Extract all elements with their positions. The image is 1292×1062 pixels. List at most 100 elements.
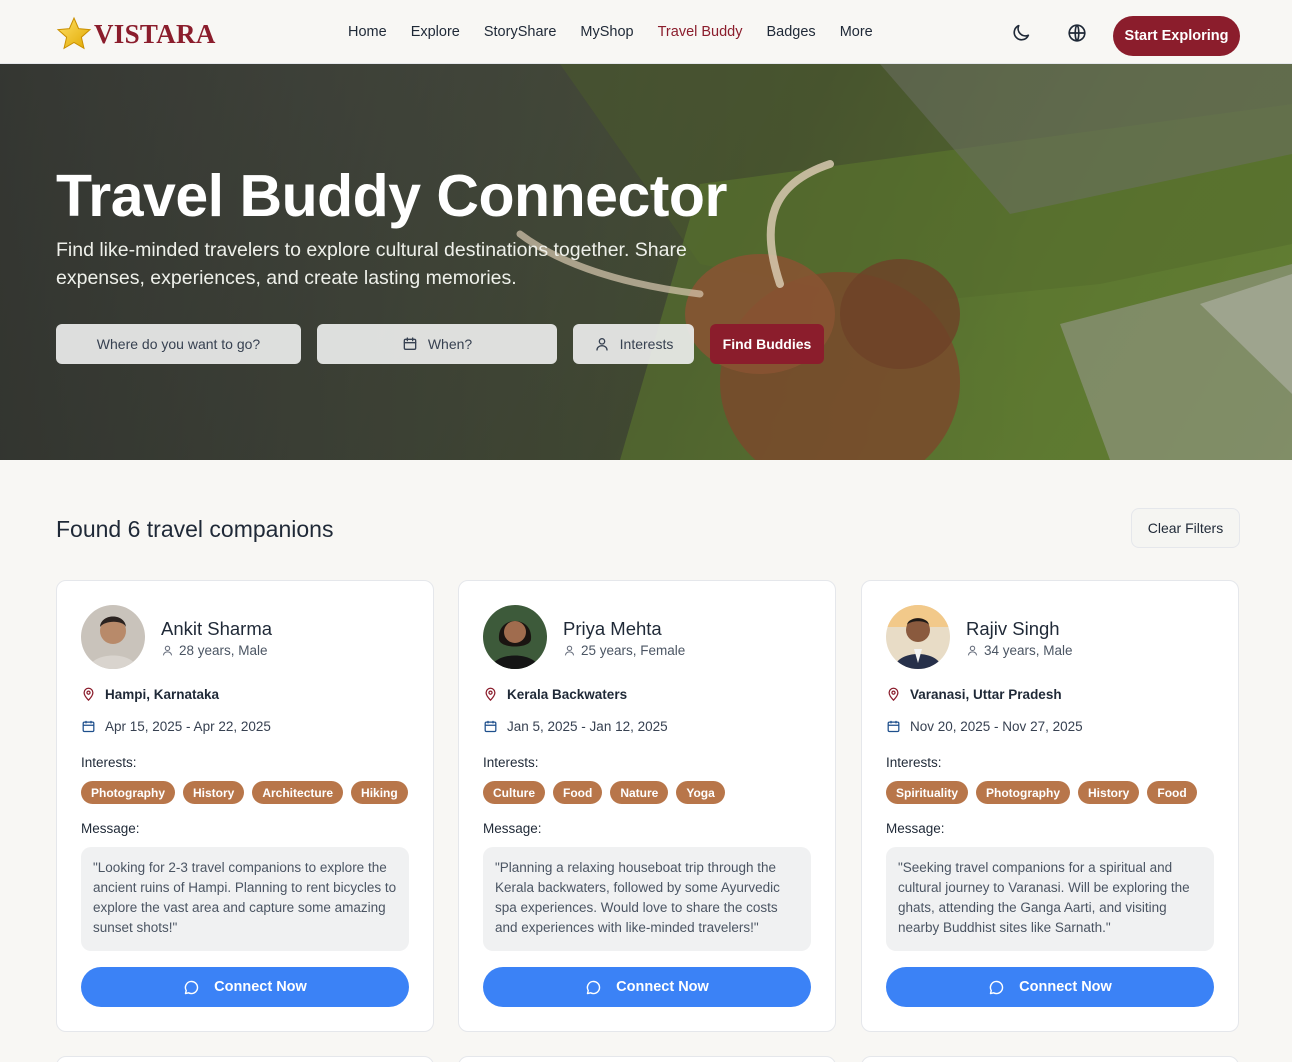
- destination-row: Kerala Backwaters: [483, 687, 627, 702]
- chat-bubble-icon: [989, 980, 1004, 994]
- age-gender: 28 years, Male: [179, 643, 268, 658]
- user-icon: [162, 645, 173, 656]
- date-picker-label: When?: [427, 336, 473, 352]
- nav-links: Home Explore StoryShare MyShop Travel Bu…: [348, 24, 897, 40]
- interest-tag: Spirituality: [886, 781, 969, 804]
- chat-bubble-icon: [586, 980, 601, 994]
- dates-row: Jan 5, 2025 - Jan 12, 2025: [483, 719, 668, 734]
- destination: Hampi, Karnataka: [105, 687, 220, 702]
- companion-meta: 34 years, Male: [966, 643, 1073, 658]
- interest-tag: Hiking: [351, 781, 408, 804]
- companion-card: Priya Mehta 25 years, Female Kerala Back…: [458, 580, 836, 1032]
- calendar-icon: [887, 720, 900, 733]
- top-navbar: VISTARA Home Explore StoryShare MyShop T…: [0, 0, 1292, 64]
- connect-now-label: Connect Now: [1019, 979, 1112, 995]
- interest-tag: Food: [1147, 781, 1197, 804]
- companion-card-partial: [861, 1056, 1239, 1062]
- destination-placeholder: Where do you want to go?: [96, 336, 261, 352]
- date-picker[interactable]: When?: [317, 324, 557, 364]
- interests-label: Interests:: [483, 755, 539, 770]
- connect-now-button[interactable]: Connect Now: [81, 967, 409, 1007]
- destination-row: Hampi, Karnataka: [81, 687, 219, 702]
- nav-link-badges[interactable]: Badges: [767, 24, 816, 40]
- clear-filters-button[interactable]: Clear Filters: [1131, 508, 1240, 548]
- companion-card: Rajiv Singh 34 years, Male Varanasi, Utt…: [861, 580, 1239, 1032]
- nav-link-storyshare[interactable]: StoryShare: [484, 24, 557, 40]
- brand-name: VISTARA: [94, 18, 216, 49]
- message-label: Message:: [886, 821, 945, 836]
- companion-meta: 25 years, Female: [563, 643, 685, 658]
- companion-meta: 28 years, Male: [161, 643, 268, 658]
- companion-name: Priya Mehta: [563, 618, 662, 639]
- companion-name: Ankit Sharma: [161, 618, 273, 639]
- nav-link-travel-buddy[interactable]: Travel Buddy: [658, 24, 743, 40]
- interest-tag: Nature: [610, 781, 669, 804]
- map-pin-icon: [888, 687, 899, 701]
- chat-bubble-icon: [184, 980, 199, 994]
- interests-label: Interests:: [886, 755, 942, 770]
- globe-icon[interactable]: [1066, 22, 1088, 44]
- brand-logo[interactable]: VISTARA: [56, 16, 216, 52]
- interest-tag: Yoga: [676, 781, 725, 804]
- map-pin-icon: [485, 687, 496, 701]
- companion-card-partial: [56, 1056, 434, 1062]
- start-exploring-button[interactable]: Start Exploring: [1113, 16, 1240, 56]
- user-icon: [595, 338, 608, 351]
- nav-link-more[interactable]: More: [840, 24, 873, 40]
- companion-message: "Planning a relaxing houseboat trip thro…: [483, 847, 811, 951]
- interest-tag: Architecture: [252, 781, 344, 804]
- travel-dates: Jan 5, 2025 - Jan 12, 2025: [507, 719, 668, 734]
- destination-row: Varanasi, Uttar Pradesh: [886, 687, 1062, 702]
- connect-now-label: Connect Now: [616, 979, 709, 995]
- message-label: Message:: [483, 821, 542, 836]
- calendar-icon: [484, 720, 497, 733]
- companion-card: Ankit Sharma 28 years, Male Hampi, Karna…: [56, 580, 434, 1032]
- calendar-icon: [403, 337, 417, 350]
- interests-filter[interactable]: Interests: [573, 324, 694, 364]
- interest-tag: Culture: [483, 781, 545, 804]
- results-count-heading: Found 6 travel companions: [56, 516, 334, 542]
- dates-row: Nov 20, 2025 - Nov 27, 2025: [886, 719, 1083, 734]
- interest-tags: Spirituality Photography History Food: [886, 781, 1205, 804]
- user-icon: [967, 645, 978, 656]
- interest-tags: Culture Food Nature Yoga: [483, 781, 733, 804]
- interest-tag: Photography: [81, 781, 175, 804]
- avatar: [81, 605, 145, 669]
- find-buddies-button[interactable]: Find Buddies: [710, 324, 824, 364]
- nav-link-myshop[interactable]: MyShop: [580, 24, 633, 40]
- companion-message: "Looking for 2-3 travel companions to ex…: [81, 847, 409, 951]
- interest-tag: Photography: [976, 781, 1071, 804]
- age-gender: 25 years, Female: [581, 643, 686, 658]
- nav-link-explore[interactable]: Explore: [411, 24, 460, 40]
- map-pin-icon: [83, 687, 94, 701]
- nav-link-home[interactable]: Home: [348, 24, 387, 40]
- star-logo-icon: [56, 16, 92, 50]
- message-label: Message:: [81, 821, 140, 836]
- hero-banner: Travel Buddy Connector Find like-minded …: [0, 64, 1292, 460]
- companion-name: Rajiv Singh: [966, 618, 1060, 639]
- hero-title: Travel Buddy Connector: [56, 163, 727, 229]
- interest-tag: History: [183, 781, 245, 804]
- hero-subtitle: Find like-minded travelers to explore cu…: [56, 239, 687, 289]
- destination: Varanasi, Uttar Pradesh: [910, 687, 1062, 702]
- connect-now-button[interactable]: Connect Now: [483, 967, 811, 1007]
- interests-label: Interests:: [81, 755, 137, 770]
- companion-message: "Seeking travel companions for a spiritu…: [886, 847, 1214, 951]
- companion-card-partial: [458, 1056, 836, 1062]
- destination-input[interactable]: Where do you want to go?: [56, 324, 301, 364]
- user-icon: [564, 645, 575, 656]
- dates-row: Apr 15, 2025 - Apr 22, 2025: [81, 719, 271, 734]
- destination: Kerala Backwaters: [507, 687, 628, 702]
- interest-tag: History: [1078, 781, 1140, 804]
- calendar-icon: [82, 720, 95, 733]
- connect-now-button[interactable]: Connect Now: [886, 967, 1214, 1007]
- travel-dates: Nov 20, 2025 - Nov 27, 2025: [910, 719, 1083, 734]
- moon-icon[interactable]: [1010, 22, 1032, 44]
- travel-dates: Apr 15, 2025 - Apr 22, 2025: [105, 719, 271, 734]
- avatar: [483, 605, 547, 669]
- connect-now-label: Connect Now: [214, 979, 307, 995]
- interest-tag: Food: [553, 781, 603, 804]
- age-gender: 34 years, Male: [984, 643, 1073, 658]
- interest-tags: Photography History Architecture Hiking: [81, 781, 416, 804]
- avatar: [886, 605, 950, 669]
